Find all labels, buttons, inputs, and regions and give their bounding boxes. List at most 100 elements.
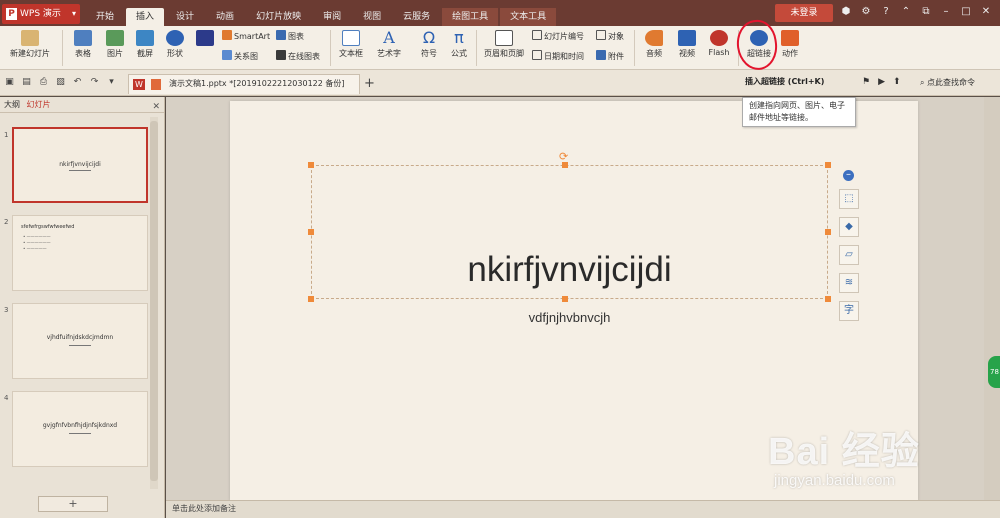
object-button[interactable]: 对象 bbox=[596, 30, 624, 44]
customize-icon[interactable]: ▾ bbox=[106, 77, 117, 88]
expand-icon[interactable]: ⬆ bbox=[893, 77, 901, 87]
settings-icon[interactable]: ⚙ bbox=[858, 4, 874, 20]
shape-button[interactable]: 形状 bbox=[160, 28, 190, 68]
redo-icon[interactable]: ↷ bbox=[89, 77, 100, 88]
tab-animation[interactable]: 动画 bbox=[206, 8, 244, 26]
chart-small-button[interactable]: 图表 bbox=[276, 30, 304, 44]
slide-thumbnail[interactable]: sfefwfrgswfwfweefwd • —————— • —————— • … bbox=[12, 215, 148, 291]
thumb-title: sfefwfrgswfwfweefwd bbox=[21, 224, 75, 230]
thumb-subtitle-line bbox=[13, 345, 147, 347]
slide-thumbnail[interactable]: vjhdfuifnjdskdcjmdmn bbox=[12, 303, 148, 379]
login-button[interactable]: 未登录 bbox=[775, 4, 833, 22]
thumb-subtitle-line bbox=[13, 433, 147, 435]
online-chart-button[interactable]: 在线图表 bbox=[276, 50, 320, 64]
tab-drawing-tools[interactable]: 绘图工具 bbox=[442, 8, 499, 26]
resize-handle[interactable] bbox=[308, 162, 314, 168]
layers-icon[interactable]: ≋ bbox=[839, 273, 859, 293]
omega-icon: Ω bbox=[422, 28, 436, 47]
help-icon[interactable]: ? bbox=[878, 4, 894, 20]
chart-button[interactable] bbox=[190, 28, 220, 68]
panel-scroll-thumb[interactable] bbox=[150, 121, 158, 481]
thumb-subtitle-line bbox=[14, 170, 146, 172]
minimize-icon[interactable]: – bbox=[938, 4, 954, 20]
close-icon[interactable]: ✕ bbox=[978, 4, 994, 20]
maximize-icon[interactable]: □ bbox=[958, 4, 974, 20]
slide-subtitle[interactable]: vdfjnjhvbnvcjh bbox=[311, 310, 828, 325]
formula-button[interactable]: π 公式 bbox=[444, 28, 474, 68]
resize-handle[interactable] bbox=[308, 229, 314, 235]
toolbar-right-icons: ⚑ ▶ ⬆ bbox=[862, 77, 901, 87]
folder-icon[interactable]: ▤ bbox=[21, 77, 32, 88]
find-command[interactable]: ⌕ 点此查找命令 bbox=[920, 77, 975, 88]
tooltip-title: 插入超链接 (Ctrl+K) bbox=[745, 77, 825, 86]
tab-review[interactable]: 审阅 bbox=[313, 8, 351, 26]
screenshot-button[interactable]: 截屏 bbox=[130, 28, 160, 68]
online-chart-icon bbox=[276, 50, 286, 60]
textbox-button[interactable]: 文本框 bbox=[334, 28, 368, 68]
tab-text-tools[interactable]: 文本工具 bbox=[500, 8, 557, 26]
fill-icon[interactable]: ◆ bbox=[839, 217, 859, 237]
thumb-bullet: • —————— bbox=[23, 240, 51, 245]
new-slide-button[interactable]: 新建幻灯片 bbox=[4, 28, 56, 68]
save-icon[interactable]: ▣ bbox=[4, 77, 15, 88]
restore-icon[interactable]: ⧉ bbox=[918, 4, 934, 20]
smartart-button[interactable]: SmartArt bbox=[222, 30, 270, 44]
datetime-button[interactable]: 日期和时间 bbox=[532, 50, 584, 64]
tab-design[interactable]: 设计 bbox=[166, 8, 204, 26]
add-slide-button[interactable]: + bbox=[38, 496, 108, 512]
table-button[interactable]: 表格 bbox=[66, 28, 100, 68]
video-icon bbox=[678, 30, 696, 46]
resize-handle[interactable] bbox=[562, 162, 568, 168]
video-button[interactable]: 视频 bbox=[670, 28, 704, 68]
notes-bar[interactable]: 单击此处添加备注 bbox=[166, 500, 1000, 518]
app-menu-button[interactable]: P WPS 演示 ▾ bbox=[2, 4, 80, 24]
skin-icon[interactable]: ⬢ bbox=[838, 4, 854, 20]
tab-home[interactable]: 开始 bbox=[86, 8, 124, 26]
flag-icon[interactable]: ⚑ bbox=[862, 77, 870, 87]
text-style-icon[interactable]: 字 bbox=[839, 301, 859, 321]
relation-button[interactable]: 关系图 bbox=[222, 50, 258, 64]
smartart-icon bbox=[222, 30, 232, 40]
header-footer-button[interactable]: 页眉和页脚 bbox=[480, 28, 528, 68]
tab-slides[interactable]: 幻灯片 bbox=[27, 100, 51, 109]
picture-button[interactable]: 图片 bbox=[100, 28, 130, 68]
pin-icon[interactable]: ▶ bbox=[878, 77, 885, 87]
slide-thumbnail[interactable]: nkirfjvnvijcijdi bbox=[12, 127, 148, 203]
flash-button[interactable]: Flash bbox=[704, 28, 734, 68]
collapse-icon[interactable]: – bbox=[843, 170, 854, 181]
preview-icon[interactable]: ▧ bbox=[55, 77, 66, 88]
outline-icon[interactable]: ▱ bbox=[839, 245, 859, 265]
document-tab[interactable]: W 演示文稿1.pptx *[20191022212030122 备份] bbox=[128, 74, 360, 94]
resize-handle[interactable] bbox=[308, 296, 314, 302]
slide-thumbnail[interactable]: gvjgfnfvbnfhjdjnfsjkdnxd bbox=[12, 391, 148, 467]
slide-title[interactable]: nkirfjvnvijcijdi bbox=[311, 250, 828, 290]
hyperlink-tooltip: 创建指向网页、图片、电子邮件地址等链接。 bbox=[742, 97, 856, 127]
new-slide-label: 新建幻灯片 bbox=[10, 49, 50, 58]
resize-handle[interactable] bbox=[825, 296, 831, 302]
resize-handle[interactable] bbox=[825, 162, 831, 168]
slide-number-button[interactable]: 幻灯片编号 bbox=[532, 30, 584, 44]
tab-outline[interactable]: 大纲 bbox=[4, 100, 20, 109]
audio-button[interactable]: 音频 bbox=[638, 28, 670, 68]
tab-view[interactable]: 视图 bbox=[353, 8, 391, 26]
undo-icon[interactable]: ↶ bbox=[72, 77, 83, 88]
new-tab-button[interactable]: + bbox=[364, 76, 375, 91]
symbol-button[interactable]: Ω 符号 bbox=[414, 28, 444, 68]
find-command-label: 点此查找命令 bbox=[927, 78, 976, 87]
ribbon-toggle-icon[interactable]: ⌃ bbox=[898, 4, 914, 20]
action-button[interactable]: 动作 bbox=[776, 28, 804, 68]
vertical-scrollbar[interactable] bbox=[984, 97, 1000, 500]
thumb-title: nkirfjvnvijcijdi bbox=[59, 161, 101, 168]
resize-handle[interactable] bbox=[562, 296, 568, 302]
close-icon[interactable]: ✕ bbox=[152, 99, 160, 115]
wordart-button[interactable]: A 艺术字 bbox=[372, 28, 406, 68]
tab-slideshow[interactable]: 幻灯片放映 bbox=[246, 8, 311, 26]
resize-handle[interactable] bbox=[825, 229, 831, 235]
tab-insert[interactable]: 插入 bbox=[126, 8, 165, 26]
attachment-button[interactable]: 附件 bbox=[596, 50, 624, 64]
thumb-bullet: • ————— bbox=[23, 246, 47, 251]
shape-edit-icon[interactable]: ⬚ bbox=[839, 189, 859, 209]
tab-cloud[interactable]: 云服务 bbox=[393, 8, 440, 26]
side-widget-badge[interactable]: 78 bbox=[988, 356, 1000, 388]
print-icon[interactable]: ⎙ bbox=[38, 77, 49, 88]
